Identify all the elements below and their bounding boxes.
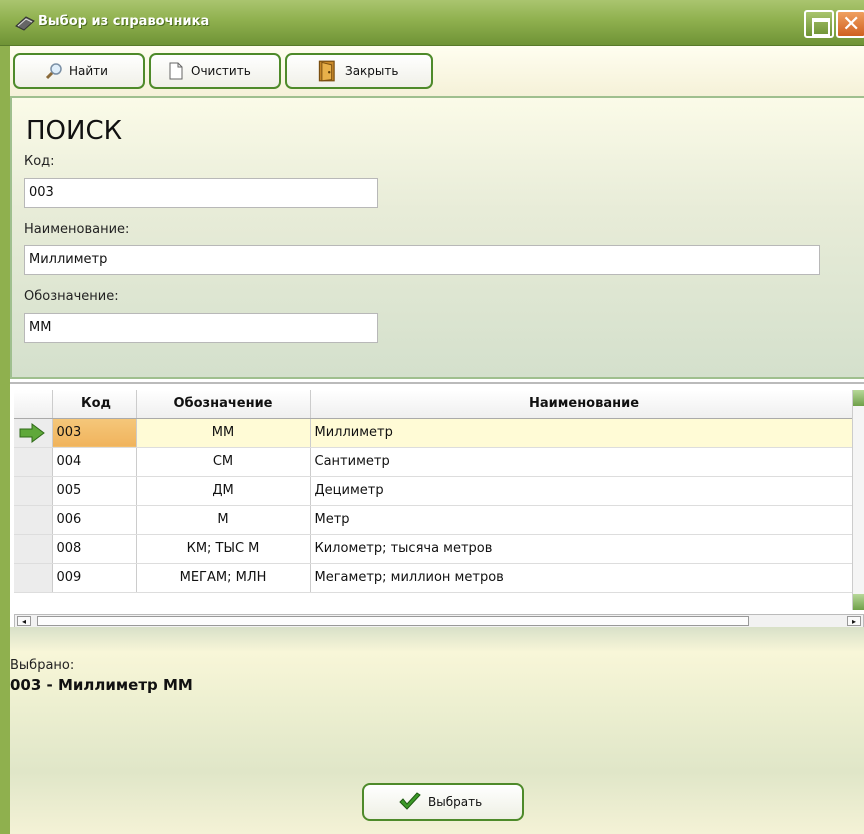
table-row[interactable]: 004 СМ Сантиметр: [14, 447, 855, 477]
results-grid: Код Обозначение Наименование 003 ММ Милл…: [10, 382, 864, 628]
current-row-arrow-icon: [19, 422, 45, 443]
row-indicator: [14, 418, 53, 448]
code-cell: 008: [52, 534, 137, 564]
maximize-button[interactable]: [804, 10, 834, 38]
name-column-header[interactable]: Наименование: [310, 390, 855, 419]
scroll-down-button[interactable]: [853, 594, 864, 610]
blank-page-icon: [169, 62, 183, 80]
table-row[interactable]: 006 М Метр: [14, 505, 855, 535]
abbr-column-header[interactable]: Обозначение: [136, 390, 311, 419]
row-indicator: [14, 563, 53, 593]
code-label: Код:: [24, 154, 55, 169]
clear-button[interactable]: Очистить: [149, 53, 281, 89]
search-panel: ПОИСК Код: 003 Наименование: Миллиметр О…: [10, 96, 864, 379]
abbr-cell: СМ: [136, 447, 311, 477]
table-row[interactable]: 008 КМ; ТЫС М Километр; тысяча метров: [14, 534, 855, 564]
table-header-row: Код Обозначение Наименование: [14, 390, 855, 419]
name-cell: Дециметр: [310, 476, 855, 506]
table-row[interactable]: 005 ДМ Дециметр: [14, 476, 855, 506]
choose-button[interactable]: Выбрать: [362, 783, 524, 821]
abbr-cell: МЕГАМ; МЛН: [136, 563, 311, 593]
selected-label: Выбрано:: [10, 658, 75, 673]
toolbar: Найти Очистить Закрыть: [0, 46, 864, 96]
abbr-cell: М: [136, 505, 311, 535]
search-heading: ПОИСК: [26, 116, 123, 146]
vertical-scrollbar[interactable]: [852, 390, 864, 610]
choose-button-label: Выбрать: [428, 795, 483, 809]
table-row[interactable]: 009 МЕГАМ; МЛН Мегаметр; миллион метров: [14, 563, 855, 593]
book-icon: [15, 16, 35, 31]
search-icon: [45, 63, 62, 80]
close-icon: ✕: [842, 12, 861, 37]
horizontal-scrollbar[interactable]: ◂ ▸: [14, 614, 864, 628]
abbr-cell: КМ; ТЫС М: [136, 534, 311, 564]
code-cell: 003: [52, 418, 137, 448]
close-button-label: Закрыть: [345, 64, 399, 78]
row-indicator: [14, 534, 53, 564]
abbr-label: Обозначение:: [24, 289, 119, 304]
indicator-header: [14, 390, 53, 419]
code-column-header[interactable]: Код: [52, 390, 137, 419]
selected-value: 003 - Миллиметр ММ: [10, 676, 193, 694]
scroll-right-button[interactable]: ▸: [847, 616, 861, 626]
scroll-up-button[interactable]: [853, 390, 864, 406]
left-border: [0, 96, 10, 834]
code-cell: 009: [52, 563, 137, 593]
code-cell: 004: [52, 447, 137, 477]
row-indicator: [14, 476, 53, 506]
clear-button-label: Очистить: [191, 64, 251, 78]
scroll-left-button[interactable]: ◂: [17, 616, 31, 626]
name-cell: Метр: [310, 505, 855, 535]
find-button[interactable]: Найти: [13, 53, 145, 89]
row-indicator: [14, 447, 53, 477]
code-cell: 005: [52, 476, 137, 506]
name-input[interactable]: Миллиметр: [24, 245, 820, 275]
name-cell: Сантиметр: [310, 447, 855, 477]
find-button-label: Найти: [69, 64, 108, 78]
checkmark-icon: [399, 792, 421, 810]
abbr-cell: ММ: [136, 418, 311, 448]
door-exit-icon: [318, 60, 335, 82]
code-cell: 006: [52, 505, 137, 535]
name-cell: Миллиметр: [310, 418, 855, 448]
close-button[interactable]: Закрыть: [285, 53, 433, 89]
abbr-cell: ДМ: [136, 476, 311, 506]
results-table: Код Обозначение Наименование 003 ММ Милл…: [14, 390, 855, 593]
code-input[interactable]: 003: [24, 178, 378, 208]
row-indicator: [14, 505, 53, 535]
name-cell: Километр; тысяча метров: [310, 534, 855, 564]
table-row[interactable]: 003 ММ Миллиметр: [14, 418, 855, 448]
title-bar: Выбор из справочника ✕: [0, 0, 864, 46]
scroll-thumb[interactable]: [37, 616, 749, 626]
selection-panel: Выбрано: 003 - Миллиметр ММ Выбрать: [10, 627, 864, 834]
name-label: Наименование:: [24, 222, 130, 237]
window-title: Выбор из справочника: [38, 14, 210, 29]
name-cell: Мегаметр; миллион метров: [310, 563, 855, 593]
close-window-button[interactable]: ✕: [836, 10, 864, 38]
abbr-input[interactable]: ММ: [24, 313, 378, 343]
